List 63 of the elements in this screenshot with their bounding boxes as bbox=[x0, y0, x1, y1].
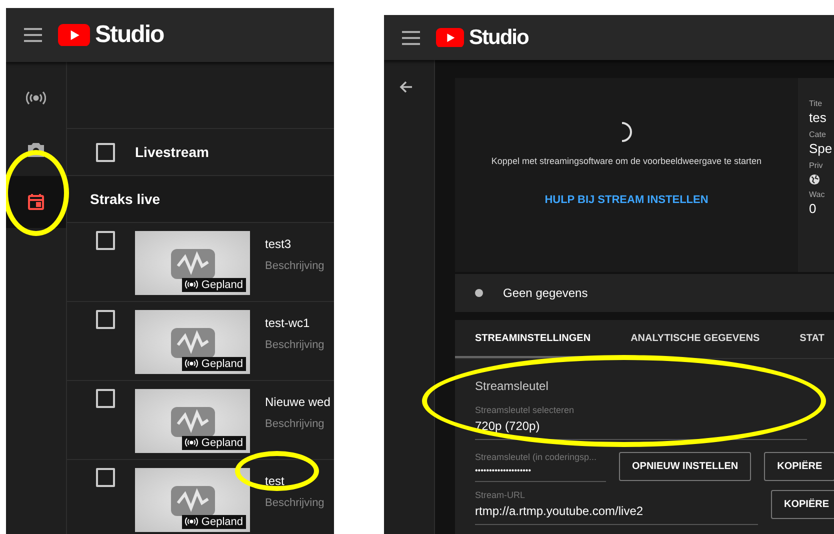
broadcast-icon bbox=[185, 438, 198, 448]
stream-title[interactable]: Nieuwe wed bbox=[265, 395, 330, 409]
column-header: Livestream bbox=[135, 144, 209, 160]
tab[interactable]: STREAMINSTELLINGEN bbox=[455, 320, 611, 358]
copy-button[interactable]: KOPIËRE bbox=[771, 490, 834, 519]
detail-label: Priv bbox=[809, 161, 824, 170]
detail-value: 0 bbox=[809, 201, 818, 216]
stream-row[interactable]: Gepland test-wc1 Beschrijving bbox=[67, 302, 334, 381]
calendar-icon[interactable] bbox=[27, 193, 45, 211]
stream-row[interactable]: Gepland Nieuwe wed Beschrijving bbox=[67, 381, 334, 460]
waveform-icon bbox=[170, 246, 216, 280]
loading-spinner-icon bbox=[621, 122, 632, 142]
back-arrow-icon[interactable] bbox=[399, 80, 413, 94]
detail-label: Tite bbox=[809, 99, 824, 108]
stream-description: Beschrijving bbox=[265, 339, 324, 351]
section-header: Straks live bbox=[67, 176, 334, 223]
play-logo-icon bbox=[58, 24, 90, 46]
help-link[interactable]: HULP BIJ STREAM INSTELLEN bbox=[544, 194, 708, 206]
stream-url-field[interactable]: Stream-URL rtmp://a.rtmp.youtube.com/live2 bbox=[475, 490, 758, 525]
detail-value: Spe bbox=[809, 141, 834, 156]
stream-description: Beschrijving bbox=[265, 260, 324, 272]
stream-key-field[interactable]: Streamsleutel (in coderingsp... •••••••••••••••••••• bbox=[475, 452, 606, 482]
status-dot-icon bbox=[475, 289, 483, 297]
studio-logo-text: Studio bbox=[469, 26, 528, 50]
detail-label: Cate bbox=[809, 130, 827, 139]
tab[interactable]: STAT bbox=[780, 320, 834, 358]
stream-description: Beschrijving bbox=[265, 418, 326, 430]
broadcast-icon bbox=[185, 517, 198, 527]
status-badge: Gepland bbox=[182, 436, 246, 450]
checkbox[interactable] bbox=[96, 389, 115, 408]
broadcast-icon bbox=[185, 280, 198, 290]
studio-logo-text: Studio bbox=[95, 21, 164, 49]
detail-value: tes bbox=[809, 110, 828, 125]
stream-title[interactable]: test bbox=[265, 474, 324, 488]
broadcast-icon bbox=[185, 359, 198, 369]
stream-row[interactable]: Gepland test Beschrijving bbox=[67, 460, 334, 534]
play-logo-icon bbox=[436, 28, 464, 48]
checkbox[interactable] bbox=[96, 468, 115, 487]
status-badge: Gepland bbox=[182, 357, 246, 371]
globe-icon bbox=[809, 174, 820, 185]
checkbox[interactable] bbox=[96, 231, 115, 250]
checkbox[interactable] bbox=[96, 310, 115, 329]
stream-row[interactable]: Gepland test3 Beschrijving bbox=[67, 223, 334, 302]
menu-icon[interactable] bbox=[24, 28, 42, 42]
checkbox[interactable] bbox=[96, 142, 115, 162]
detail-label: Wac bbox=[809, 190, 826, 199]
status-text: Geen gegevens bbox=[503, 286, 588, 300]
status-badge: Gepland bbox=[182, 515, 246, 529]
preview-message: Koppel met streamingsoftware om de voorbeeldweergave te starten bbox=[491, 156, 762, 166]
stream-description: Beschrijving bbox=[265, 497, 324, 509]
broadcast-icon bbox=[26, 91, 46, 105]
copy-button[interactable]: KOPIËRE bbox=[764, 452, 834, 481]
tab[interactable]: ANALYTISCHE GEGEVENS bbox=[610, 320, 780, 358]
stream-key-select[interactable]: Streamsleutel selecteren 720p (720p) bbox=[475, 405, 807, 440]
reset-button[interactable]: OPNIEUW INSTELLEN bbox=[619, 452, 752, 481]
waveform-icon bbox=[170, 404, 216, 438]
section-heading: Streamsleutel bbox=[475, 379, 550, 393]
stream-title[interactable]: test3 bbox=[265, 237, 324, 251]
waveform-icon bbox=[170, 483, 216, 517]
menu-icon[interactable] bbox=[402, 30, 420, 44]
status-badge: Gepland bbox=[182, 278, 246, 292]
waveform-icon bbox=[170, 325, 216, 359]
stream-title[interactable]: test-wc1 bbox=[265, 316, 324, 330]
